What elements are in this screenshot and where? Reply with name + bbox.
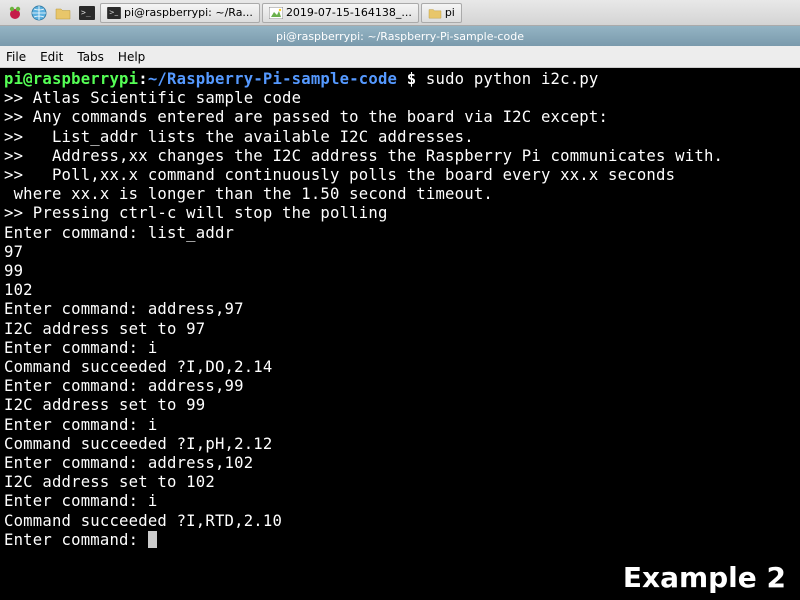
menu-edit[interactable]: Edit xyxy=(40,50,63,64)
menu-help[interactable]: Help xyxy=(118,50,145,64)
taskbar-window-label: pi@raspberrypi: ~/Ra... xyxy=(124,6,253,19)
prompt-command: sudo python i2c.py xyxy=(426,70,599,88)
terminal-output[interactable]: pi@raspberrypi:~/Raspberry-Pi-sample-cod… xyxy=(0,68,800,600)
terminal-lines: >> Atlas Scientific sample code >> Any c… xyxy=(4,89,723,549)
web-browser-icon[interactable] xyxy=(28,2,50,24)
taskbar-window-label: pi xyxy=(445,6,455,19)
prompt-path: ~/Raspberry-Pi-sample-code xyxy=(148,70,397,88)
svg-text:>_: >_ xyxy=(81,8,91,17)
folder-icon xyxy=(428,6,442,20)
image-icon xyxy=(269,6,283,20)
taskbar-window-label: 2019-07-15-164138_... xyxy=(286,6,412,19)
taskbar-window-folder[interactable]: pi xyxy=(421,3,462,23)
taskbar-window-terminal[interactable]: >_ pi@raspberrypi: ~/Ra... xyxy=(100,3,260,23)
window-titlebar[interactable]: pi@raspberrypi: ~/Raspberry-Pi-sample-co… xyxy=(0,26,800,46)
prompt-user-host: pi@raspberrypi xyxy=(4,70,138,88)
prompt-colon: : xyxy=(138,70,148,88)
taskbar-window-image[interactable]: 2019-07-15-164138_... xyxy=(262,3,419,23)
terminal-icon: >_ xyxy=(107,6,121,20)
example-label: Example 2 xyxy=(623,561,786,594)
window-title: pi@raspberrypi: ~/Raspberry-Pi-sample-co… xyxy=(276,30,524,43)
svg-text:>_: >_ xyxy=(109,8,119,16)
prompt-dollar: $ xyxy=(397,70,426,88)
raspberry-menu-icon[interactable] xyxy=(4,2,26,24)
terminal-cursor xyxy=(148,531,157,548)
menu-tabs[interactable]: Tabs xyxy=(77,50,104,64)
menu-file[interactable]: File xyxy=(6,50,26,64)
taskbar: >_ >_ pi@raspberrypi: ~/Ra... 2019-07-15… xyxy=(0,0,800,26)
menubar: File Edit Tabs Help xyxy=(0,46,800,68)
terminal-launcher-icon[interactable]: >_ xyxy=(76,2,98,24)
file-manager-icon[interactable] xyxy=(52,2,74,24)
